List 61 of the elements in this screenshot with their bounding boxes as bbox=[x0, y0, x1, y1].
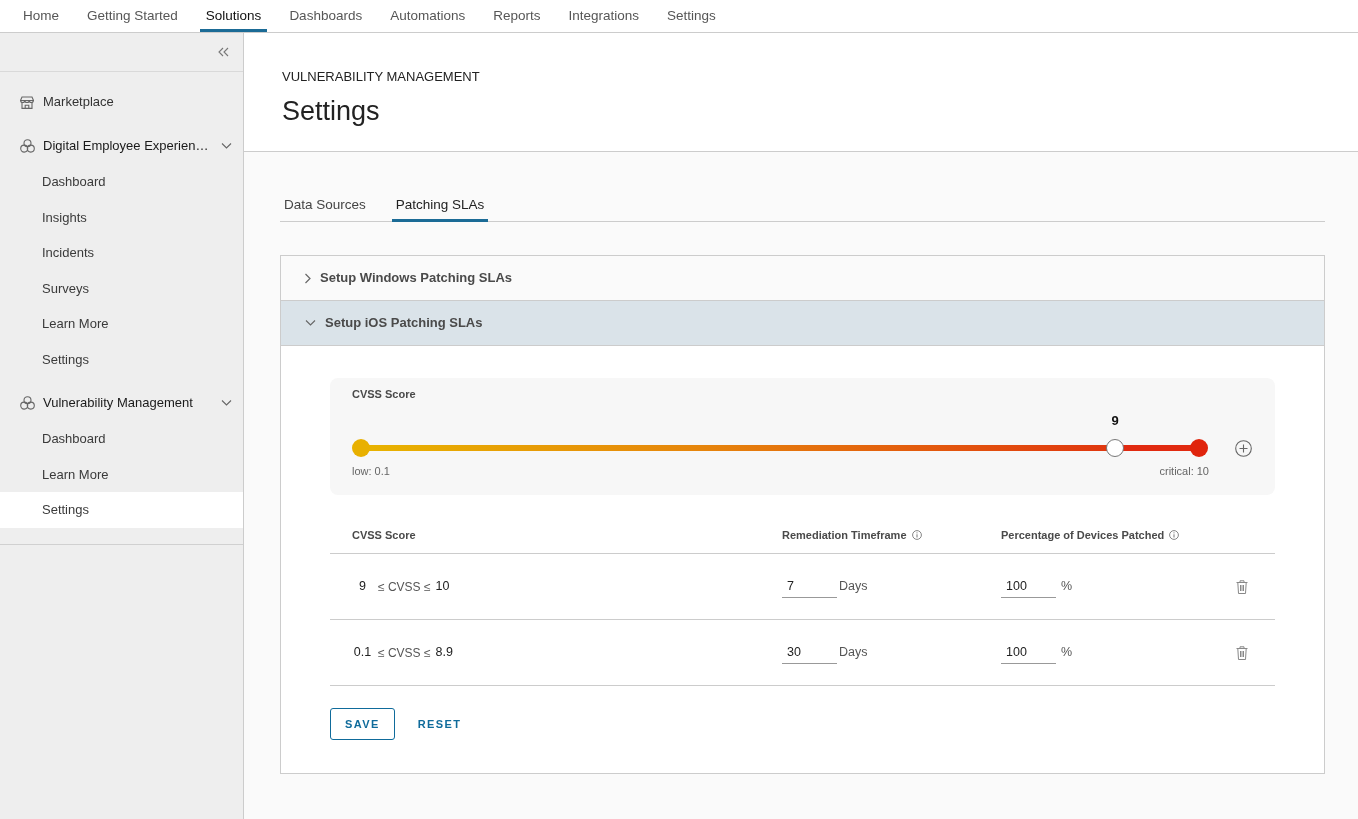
tab[interactable]: Patching SLAs bbox=[391, 192, 489, 222]
trash-icon[interactable] bbox=[1236, 645, 1248, 660]
collapse-chevrons-icon[interactable] bbox=[218, 47, 229, 57]
unit-label: Days bbox=[839, 644, 868, 662]
circles-icon bbox=[20, 139, 35, 153]
store-icon bbox=[20, 95, 34, 109]
range-low: 9 bbox=[358, 578, 367, 596]
info-icon[interactable] bbox=[911, 530, 922, 540]
percent-input[interactable]: 100 bbox=[1001, 641, 1056, 664]
accordion-header[interactable]: Setup iOS Patching SLAs bbox=[281, 301, 1324, 346]
sidebar-item[interactable]: Learn More bbox=[0, 456, 243, 492]
column-header: CVSS Score bbox=[352, 527, 416, 543]
slider-value: 9 bbox=[1111, 413, 1119, 429]
nav-tab[interactable]: Settings bbox=[661, 0, 722, 32]
nav-tab[interactable]: Home bbox=[17, 0, 65, 32]
nav-tab[interactable]: Reports bbox=[487, 0, 547, 32]
range-low: 0.1 bbox=[352, 644, 373, 662]
section-label: VULNERABILITY MANAGEMENT bbox=[282, 68, 481, 86]
range-high: 8.9 bbox=[435, 644, 453, 662]
max-label: critical: 10 bbox=[1159, 464, 1209, 479]
unit-label: Days bbox=[839, 578, 868, 596]
sidebar-item[interactable]: Insights bbox=[0, 199, 243, 235]
tab[interactable]: Data Sources bbox=[280, 192, 370, 222]
sidebar-group[interactable]: Digital Employee Experien… bbox=[0, 128, 243, 164]
page-title: Settings bbox=[282, 95, 381, 127]
range-relation: ≤ CVSS ≤ bbox=[378, 644, 431, 662]
slider-thumb[interactable] bbox=[1106, 439, 1125, 457]
column-header: Remediation Timeframe bbox=[782, 527, 907, 543]
days-input[interactable]: 7 bbox=[782, 575, 837, 598]
unit-label: % bbox=[1061, 644, 1073, 662]
circles-icon bbox=[20, 396, 35, 410]
end-handle[interactable] bbox=[1190, 439, 1208, 457]
nav-tab[interactable]: Dashboards bbox=[283, 0, 369, 32]
column-header: Percentage of Devices Patched bbox=[1001, 527, 1165, 543]
unit-label: % bbox=[1061, 578, 1073, 596]
chevron-down-icon bbox=[305, 320, 316, 326]
sidebar-item[interactable]: Incidents bbox=[0, 235, 243, 271]
info-icon[interactable] bbox=[1169, 530, 1180, 540]
nav-tab[interactable]: Integrations bbox=[562, 0, 646, 32]
sidebar-item[interactable]: Surveys bbox=[0, 270, 243, 306]
sidebar-item[interactable]: Marketplace bbox=[0, 84, 243, 120]
nav-tab[interactable]: Automations bbox=[384, 0, 472, 32]
percent-input[interactable]: 100 bbox=[1001, 575, 1056, 598]
accordion-header[interactable]: Setup Windows Patching SLAs bbox=[281, 256, 1324, 301]
sidebar-item[interactable]: Dashboard bbox=[0, 164, 243, 200]
min-label: low: 0.1 bbox=[352, 464, 390, 479]
save-button[interactable]: SAVE bbox=[330, 708, 395, 740]
range-high: 10 bbox=[435, 578, 450, 596]
add-circle-icon[interactable] bbox=[1235, 439, 1252, 457]
range-relation: ≤ CVSS ≤ bbox=[378, 578, 431, 596]
trash-icon[interactable] bbox=[1236, 579, 1248, 594]
nav-tab[interactable]: Getting Started bbox=[81, 0, 184, 32]
sidebar-item[interactable]: Dashboard bbox=[0, 421, 243, 457]
start-handle[interactable] bbox=[352, 439, 370, 457]
sidebar-item[interactable]: Learn More bbox=[0, 306, 243, 342]
sidebar-item[interactable]: Settings bbox=[0, 492, 243, 528]
days-input[interactable]: 30 bbox=[782, 641, 837, 664]
chevron-right-icon bbox=[305, 272, 311, 284]
slider-label: CVSS Score bbox=[352, 387, 417, 402]
sidebar-item[interactable]: Settings bbox=[0, 341, 243, 377]
sidebar-group[interactable]: Vulnerability Management bbox=[0, 385, 243, 421]
